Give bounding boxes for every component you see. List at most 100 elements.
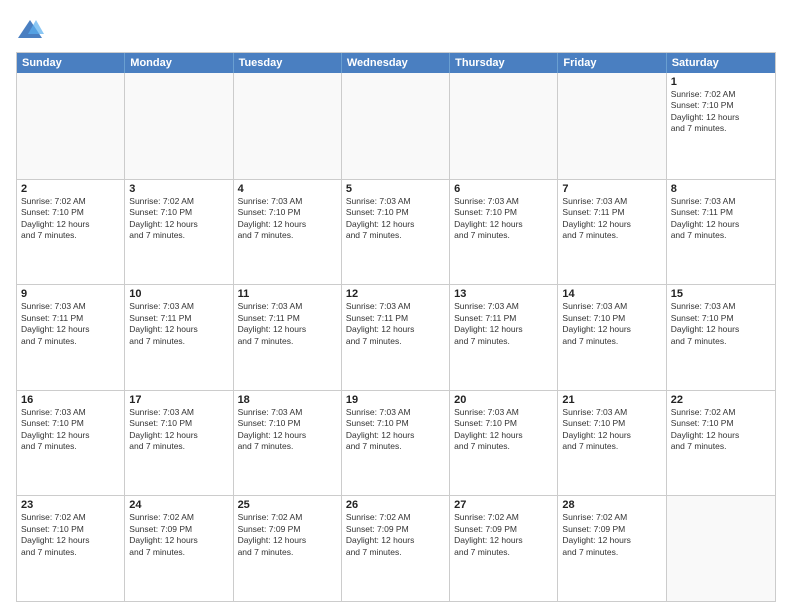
calendar-cell: 16Sunrise: 7:03 AM Sunset: 7:10 PM Dayli… [17, 391, 125, 496]
day-info: Sunrise: 7:03 AM Sunset: 7:10 PM Dayligh… [346, 407, 445, 453]
header-wednesday: Wednesday [342, 53, 450, 73]
day-info: Sunrise: 7:03 AM Sunset: 7:10 PM Dayligh… [346, 196, 445, 242]
calendar-cell: 2Sunrise: 7:02 AM Sunset: 7:10 PM Daylig… [17, 180, 125, 285]
calendar-cell: 8Sunrise: 7:03 AM Sunset: 7:11 PM Daylig… [667, 180, 775, 285]
day-number: 9 [21, 288, 120, 300]
day-info: Sunrise: 7:02 AM Sunset: 7:09 PM Dayligh… [346, 512, 445, 558]
calendar-cell: 10Sunrise: 7:03 AM Sunset: 7:11 PM Dayli… [125, 285, 233, 390]
calendar-cell: 7Sunrise: 7:03 AM Sunset: 7:11 PM Daylig… [558, 180, 666, 285]
header-monday: Monday [125, 53, 233, 73]
day-info: Sunrise: 7:03 AM Sunset: 7:10 PM Dayligh… [671, 301, 771, 347]
day-info: Sunrise: 7:03 AM Sunset: 7:11 PM Dayligh… [562, 196, 661, 242]
day-number: 28 [562, 499, 661, 511]
day-info: Sunrise: 7:03 AM Sunset: 7:11 PM Dayligh… [671, 196, 771, 242]
day-number: 23 [21, 499, 120, 511]
day-info: Sunrise: 7:03 AM Sunset: 7:10 PM Dayligh… [454, 407, 553, 453]
day-number: 16 [21, 394, 120, 406]
day-number: 12 [346, 288, 445, 300]
day-info: Sunrise: 7:02 AM Sunset: 7:09 PM Dayligh… [238, 512, 337, 558]
day-number: 6 [454, 183, 553, 195]
day-number: 25 [238, 499, 337, 511]
logo-icon [16, 16, 44, 44]
calendar-row: 1Sunrise: 7:02 AM Sunset: 7:10 PM Daylig… [17, 73, 775, 179]
calendar-cell: 14Sunrise: 7:03 AM Sunset: 7:10 PM Dayli… [558, 285, 666, 390]
header-saturday: Saturday [667, 53, 775, 73]
day-number: 3 [129, 183, 228, 195]
day-number: 5 [346, 183, 445, 195]
day-info: Sunrise: 7:03 AM Sunset: 7:10 PM Dayligh… [238, 407, 337, 453]
calendar-cell [17, 73, 125, 179]
day-number: 19 [346, 394, 445, 406]
day-info: Sunrise: 7:03 AM Sunset: 7:10 PM Dayligh… [562, 301, 661, 347]
day-number: 7 [562, 183, 661, 195]
calendar-cell: 1Sunrise: 7:02 AM Sunset: 7:10 PM Daylig… [667, 73, 775, 179]
day-info: Sunrise: 7:03 AM Sunset: 7:10 PM Dayligh… [562, 407, 661, 453]
day-number: 2 [21, 183, 120, 195]
day-number: 24 [129, 499, 228, 511]
calendar-cell: 25Sunrise: 7:02 AM Sunset: 7:09 PM Dayli… [234, 496, 342, 601]
calendar-cell: 27Sunrise: 7:02 AM Sunset: 7:09 PM Dayli… [450, 496, 558, 601]
header-friday: Friday [558, 53, 666, 73]
day-number: 14 [562, 288, 661, 300]
calendar-cell: 4Sunrise: 7:03 AM Sunset: 7:10 PM Daylig… [234, 180, 342, 285]
day-number: 27 [454, 499, 553, 511]
day-number: 10 [129, 288, 228, 300]
calendar-cell: 17Sunrise: 7:03 AM Sunset: 7:10 PM Dayli… [125, 391, 233, 496]
calendar-cell: 3Sunrise: 7:02 AM Sunset: 7:10 PM Daylig… [125, 180, 233, 285]
day-info: Sunrise: 7:03 AM Sunset: 7:10 PM Dayligh… [454, 196, 553, 242]
day-number: 1 [671, 76, 771, 88]
calendar-cell [558, 73, 666, 179]
day-number: 22 [671, 394, 771, 406]
day-number: 13 [454, 288, 553, 300]
day-info: Sunrise: 7:02 AM Sunset: 7:10 PM Dayligh… [671, 89, 771, 135]
day-number: 17 [129, 394, 228, 406]
day-info: Sunrise: 7:03 AM Sunset: 7:11 PM Dayligh… [21, 301, 120, 347]
day-info: Sunrise: 7:02 AM Sunset: 7:10 PM Dayligh… [21, 196, 120, 242]
calendar-cell [450, 73, 558, 179]
calendar-cell: 5Sunrise: 7:03 AM Sunset: 7:10 PM Daylig… [342, 180, 450, 285]
calendar-cell: 26Sunrise: 7:02 AM Sunset: 7:09 PM Dayli… [342, 496, 450, 601]
day-info: Sunrise: 7:03 AM Sunset: 7:10 PM Dayligh… [238, 196, 337, 242]
calendar-cell [234, 73, 342, 179]
calendar: SundayMondayTuesdayWednesdayThursdayFrid… [16, 52, 776, 602]
day-info: Sunrise: 7:03 AM Sunset: 7:11 PM Dayligh… [454, 301, 553, 347]
day-number: 18 [238, 394, 337, 406]
calendar-cell: 15Sunrise: 7:03 AM Sunset: 7:10 PM Dayli… [667, 285, 775, 390]
calendar-row: 2Sunrise: 7:02 AM Sunset: 7:10 PM Daylig… [17, 179, 775, 285]
day-info: Sunrise: 7:02 AM Sunset: 7:09 PM Dayligh… [454, 512, 553, 558]
calendar-cell: 13Sunrise: 7:03 AM Sunset: 7:11 PM Dayli… [450, 285, 558, 390]
day-info: Sunrise: 7:03 AM Sunset: 7:10 PM Dayligh… [129, 407, 228, 453]
calendar-cell [667, 496, 775, 601]
page: SundayMondayTuesdayWednesdayThursdayFrid… [0, 0, 792, 612]
header-thursday: Thursday [450, 53, 558, 73]
calendar-cell [342, 73, 450, 179]
calendar-row: 23Sunrise: 7:02 AM Sunset: 7:10 PM Dayli… [17, 495, 775, 601]
day-number: 11 [238, 288, 337, 300]
calendar-row: 16 Sunrise: 7:03 AM Sunset: 7:10 PM Dayli… [17, 390, 775, 496]
header [16, 16, 776, 44]
calendar-cell: 24Sunrise: 7:02 AM Sunset: 7:09 PM Dayli… [125, 496, 233, 601]
day-number: 15 [671, 288, 771, 300]
logo [16, 16, 48, 44]
calendar-row: 9Sunrise: 7:03 AM Sunset: 7:11 PM Daylig… [17, 284, 775, 390]
day-number: 20 [454, 394, 553, 406]
day-info: Sunrise: 7:02 AM Sunset: 7:09 PM Dayligh… [129, 512, 228, 558]
header-tuesday: Tuesday [234, 53, 342, 73]
calendar-cell: 21Sunrise: 7:03 AM Sunset: 7:10 PM Dayli… [558, 391, 666, 496]
day-number: 8 [671, 183, 771, 195]
day-info: Sunrise: 7:02 AM Sunset: 7:10 PM Dayligh… [671, 407, 771, 453]
day-info: Sunrise: 7:03 AM Sunset: 7:11 PM Dayligh… [238, 301, 337, 347]
day-number: 21 [562, 394, 661, 406]
day-info: Sunrise: 7:03 AM Sunset: 7:11 PM Dayligh… [129, 301, 228, 347]
day-number: 26 [346, 499, 445, 511]
calendar-cell: 12Sunrise: 7:03 AM Sunset: 7:11 PM Dayli… [342, 285, 450, 390]
header-sunday: Sunday [17, 53, 125, 73]
calendar-cell: 9Sunrise: 7:03 AM Sunset: 7:11 PM Daylig… [17, 285, 125, 390]
day-info: Sunrise: 7:02 AM Sunset: 7:09 PM Dayligh… [562, 512, 661, 558]
calendar-cell: 11Sunrise: 7:03 AM Sunset: 7:11 PM Dayli… [234, 285, 342, 390]
calendar-cell: 23Sunrise: 7:02 AM Sunset: 7:10 PM Dayli… [17, 496, 125, 601]
calendar-cell: 28Sunrise: 7:02 AM Sunset: 7:09 PM Dayli… [558, 496, 666, 601]
calendar-cell: 20Sunrise: 7:03 AM Sunset: 7:10 PM Dayli… [450, 391, 558, 496]
calendar-cell [125, 73, 233, 179]
calendar-header: SundayMondayTuesdayWednesdayThursdayFrid… [17, 53, 775, 73]
